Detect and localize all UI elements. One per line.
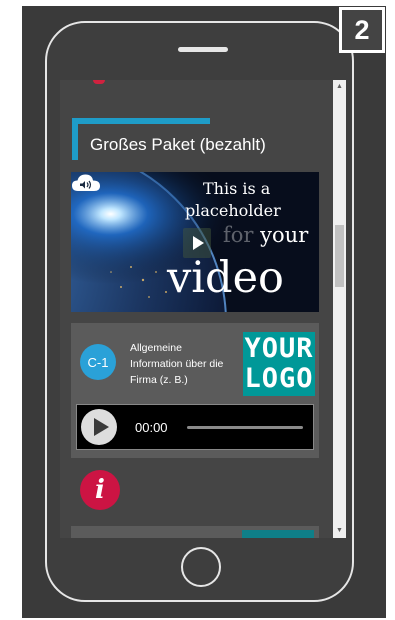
video-text-line3: for your xyxy=(223,223,308,247)
cloud-sound-icon[interactable] xyxy=(71,172,101,194)
video-text-line4: video xyxy=(167,253,284,303)
audio-progress-track[interactable] xyxy=(187,426,303,429)
step-number: 2 xyxy=(342,10,382,50)
play-icon[interactable] xyxy=(183,228,211,258)
video-text-for: for xyxy=(223,223,254,247)
audio-play-button[interactable] xyxy=(81,409,117,445)
next-card-accent xyxy=(242,530,314,538)
home-button[interactable] xyxy=(181,547,221,587)
logo-line1: YOUR xyxy=(244,333,314,364)
video-placeholder[interactable]: This is a placeholder for your video xyxy=(71,172,319,312)
logo-line2: LOGO xyxy=(244,363,314,394)
audio-time: 00:00 xyxy=(135,420,168,435)
info-icon[interactable]: i xyxy=(80,470,120,510)
video-text-your: your xyxy=(260,223,309,247)
company-info-text: Allgemeine Information über die Firma (z… xyxy=(130,342,224,386)
step-badge: 2 xyxy=(339,7,385,53)
video-text-line1: This is a xyxy=(203,179,271,198)
scroll-down-icon[interactable]: ▼ xyxy=(333,526,346,536)
scroll-up-icon[interactable]: ▲ xyxy=(333,82,346,92)
audio-player: 00:00 xyxy=(76,404,314,450)
heading-accent-bar-left xyxy=(72,118,78,160)
screen-scrollbar[interactable]: ▲ ▼ xyxy=(333,80,346,538)
phone-speaker xyxy=(178,47,228,52)
package-title: Großes Paket (bezahlt) xyxy=(90,135,266,154)
video-text-line2: placeholder xyxy=(185,201,281,220)
heading-accent-bar xyxy=(72,118,210,124)
category-badge: C-1 xyxy=(80,344,116,380)
company-logo: YOUR LOGO xyxy=(243,332,315,396)
scroll-thumb[interactable] xyxy=(335,225,344,287)
